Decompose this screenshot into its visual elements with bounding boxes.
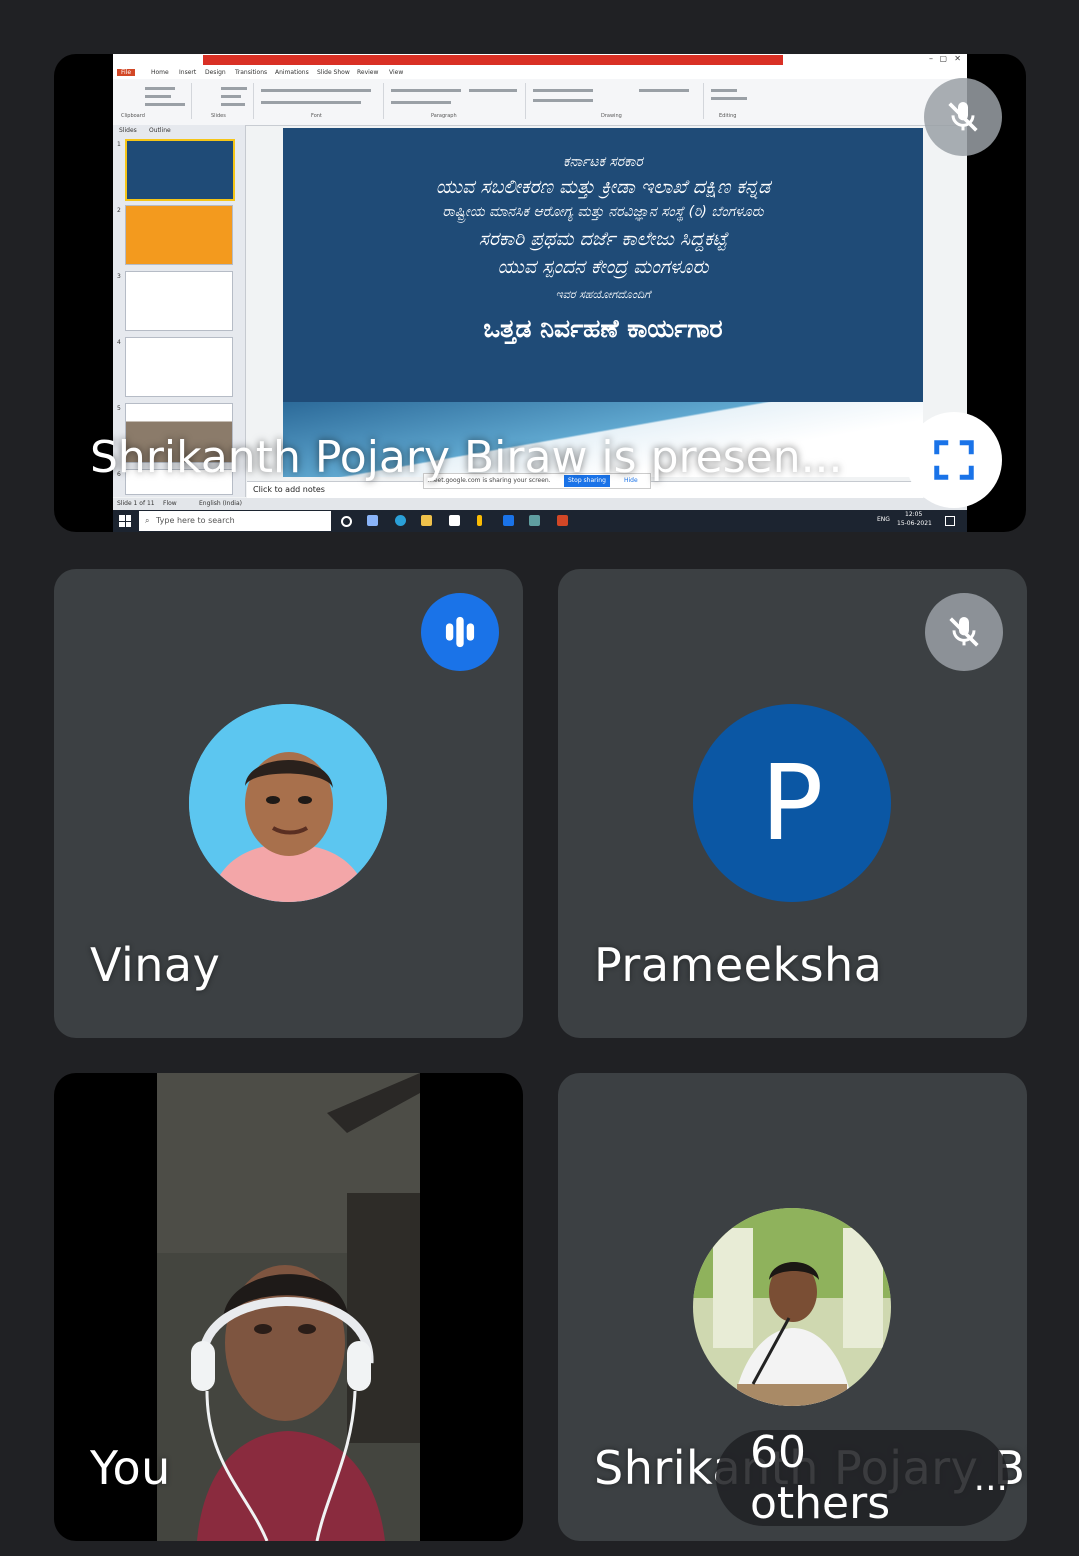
ribbon-tab-file: File (117, 69, 136, 76)
cortana-icon (341, 516, 352, 527)
self-camera-video (157, 1073, 420, 1541)
dropbox-icon (503, 515, 514, 526)
speaking-indicator-icon (421, 593, 499, 671)
main-slide: ಕರ್ನಾಟಕ ಸರಕಾರ ಯುವ ಸಬಲೀಕರಣ ಮತ್ತು ಕ್ರೀಡಾ ಇ… (283, 128, 923, 402)
slide-thumbnail (125, 271, 233, 331)
titlebar-activation-banner (203, 55, 783, 65)
ribbon-tab-review: Review (357, 69, 379, 76)
app-icon (529, 515, 540, 526)
slide-number: 5 (117, 405, 121, 412)
windows-taskbar: ⌕ Type here to search ENG 12:05 15-06-20… (113, 510, 967, 532)
slide-number: 4 (117, 339, 121, 346)
search-icon: ⌕ (145, 516, 150, 525)
slide-line: ರಾಷ್ಟ್ರೀಯ ಮಾನಸಿಕ ಆರೋಗ್ಯ ಮತ್ತು ನರವಿಜ್ಞಾನ … (442, 204, 764, 220)
slide-line: ಯುವ ಸ್ಪಂದನ ಕೇಂದ್ರ ಮಂಗಳೂರು (497, 256, 709, 278)
participant-tile-vinay[interactable]: Vinay (54, 569, 523, 1038)
notification-icon (945, 516, 955, 526)
ribbon-tab-insert: Insert (179, 69, 197, 76)
ribbon-group-label: Drawing (601, 113, 622, 119)
windows-start-icon (119, 515, 131, 527)
outline-tab: Outline (149, 127, 171, 134)
slide-title: ಒತ್ತಡ ನಿರ್ವಹಣೆ ಕಾರ್ಯಗಾರ (483, 314, 723, 343)
amazon-icon (449, 515, 460, 526)
ribbon-group-clipboard: Clipboard (115, 83, 192, 119)
slides-tab: Slides (119, 127, 137, 134)
file-explorer-icon (421, 515, 432, 526)
slide-line: ಇವರ ಸಹಯೋಗದೊಂದಿಗೆ (555, 288, 651, 301)
powerpoint-icon (557, 515, 568, 526)
ribbon-group-label: Font (311, 113, 322, 119)
avatar (189, 704, 387, 902)
taskview-icon (367, 515, 378, 526)
ribbon-group-label: Paragraph (431, 113, 457, 119)
ribbon-tab-transitions: Transitions (235, 69, 268, 76)
taskbar-search: ⌕ Type here to search (139, 511, 331, 531)
ribbon-group-paragraph: Paragraph (385, 83, 526, 119)
slide-line: ಸರಕಾರಿ ಪ್ರಥಮ ದರ್ಜೆ ಕಾಲೇಜು ಸಿದ್ದಕಟ್ಟೆ (478, 228, 728, 250)
mic-muted-icon (924, 78, 1002, 156)
taskbar-language: ENG (877, 516, 890, 523)
ribbon-tab-home: Home (151, 69, 169, 76)
edge-icon (395, 515, 406, 526)
others-participants-button[interactable]: 60 others ... (716, 1427, 1008, 1529)
slide-thumbnail (125, 139, 235, 201)
avatar (693, 1208, 891, 1406)
ribbon-tab-animations: Animations (275, 69, 309, 76)
participant-tile-you[interactable]: You (54, 1073, 523, 1541)
mic-muted-icon (925, 593, 1003, 671)
slide-number: 2 (117, 207, 121, 214)
taskbar-date: 15-06-2021 (897, 520, 932, 527)
window-minimize-icon: – (929, 54, 933, 63)
ribbon-tab-slideshow: Slide Show (317, 69, 350, 76)
ribbon-group-label: Editing (719, 113, 737, 119)
ribbon-group-font: Font (255, 83, 384, 119)
participant-name: You (90, 1441, 171, 1495)
ribbon-tab-view: View (389, 69, 404, 76)
ribbon-tab-design: Design (205, 69, 226, 76)
avatar-initial: P (760, 742, 824, 864)
status-bar: Slide 1 of 11 Flow English (India) (113, 498, 967, 510)
presenter-label: Shrikanth Pojary Biraw is presen... (90, 432, 843, 483)
taskbar-search-placeholder: Type here to search (156, 516, 235, 525)
notes-pane: Click to add notes meet.google.com is sh… (247, 473, 923, 498)
more-icon: ... (973, 1457, 1008, 1499)
notes-placeholder: Click to add notes (253, 485, 325, 494)
fullscreen-button[interactable] (906, 412, 1002, 508)
participant-tile-prameeksha[interactable]: P Prameeksha (558, 569, 1027, 1038)
participant-name: Vinay (90, 938, 221, 992)
lightning-icon (477, 515, 482, 526)
ribbon-toolbar: Clipboard Slides Font Paragraph Drawing … (113, 79, 967, 126)
others-count-label: 60 others (750, 1427, 891, 1529)
ribbon-group-slides: Slides (193, 83, 254, 119)
window-maximize-icon: ▢ (939, 54, 947, 63)
ribbon-group-label: Clipboard (121, 113, 145, 119)
ribbon-group-editing: Editing (705, 83, 765, 119)
ribbon-tabs: File Home Insert Design Transitions Anim… (113, 67, 967, 79)
taskbar-time: 12:05 (905, 511, 923, 518)
status-slide-count: Slide 1 of 11 (117, 500, 155, 507)
slide-line: ಕರ್ನಾಟಕ ಸರಕಾರ (563, 154, 643, 170)
slide-number: 1 (117, 141, 121, 148)
status-theme: Flow (163, 500, 177, 507)
participant-name: Prameeksha (594, 938, 883, 992)
slide-thumbnail (125, 205, 233, 265)
status-language: English (India) (199, 500, 242, 507)
ribbon-group-drawing: Drawing (527, 83, 704, 119)
presentation-tile[interactable]: – ▢ ✕ File Home Insert Design Transition… (54, 54, 1026, 532)
window-close-icon: ✕ (954, 54, 961, 63)
window-titlebar: – ▢ ✕ (113, 54, 967, 67)
slide-number: 3 (117, 273, 121, 280)
slide-line: ಯುವ ಸಬಲೀಕರಣ ಮತ್ತು ಕ್ರೀಡಾ ಇಲಾಖೆ ದಕ್ಷಿಣ ಕನ… (435, 176, 771, 198)
fullscreen-icon (934, 440, 974, 480)
slide-thumbnail (125, 337, 233, 397)
avatar: P (693, 704, 891, 902)
ribbon-group-label: Slides (211, 113, 226, 119)
